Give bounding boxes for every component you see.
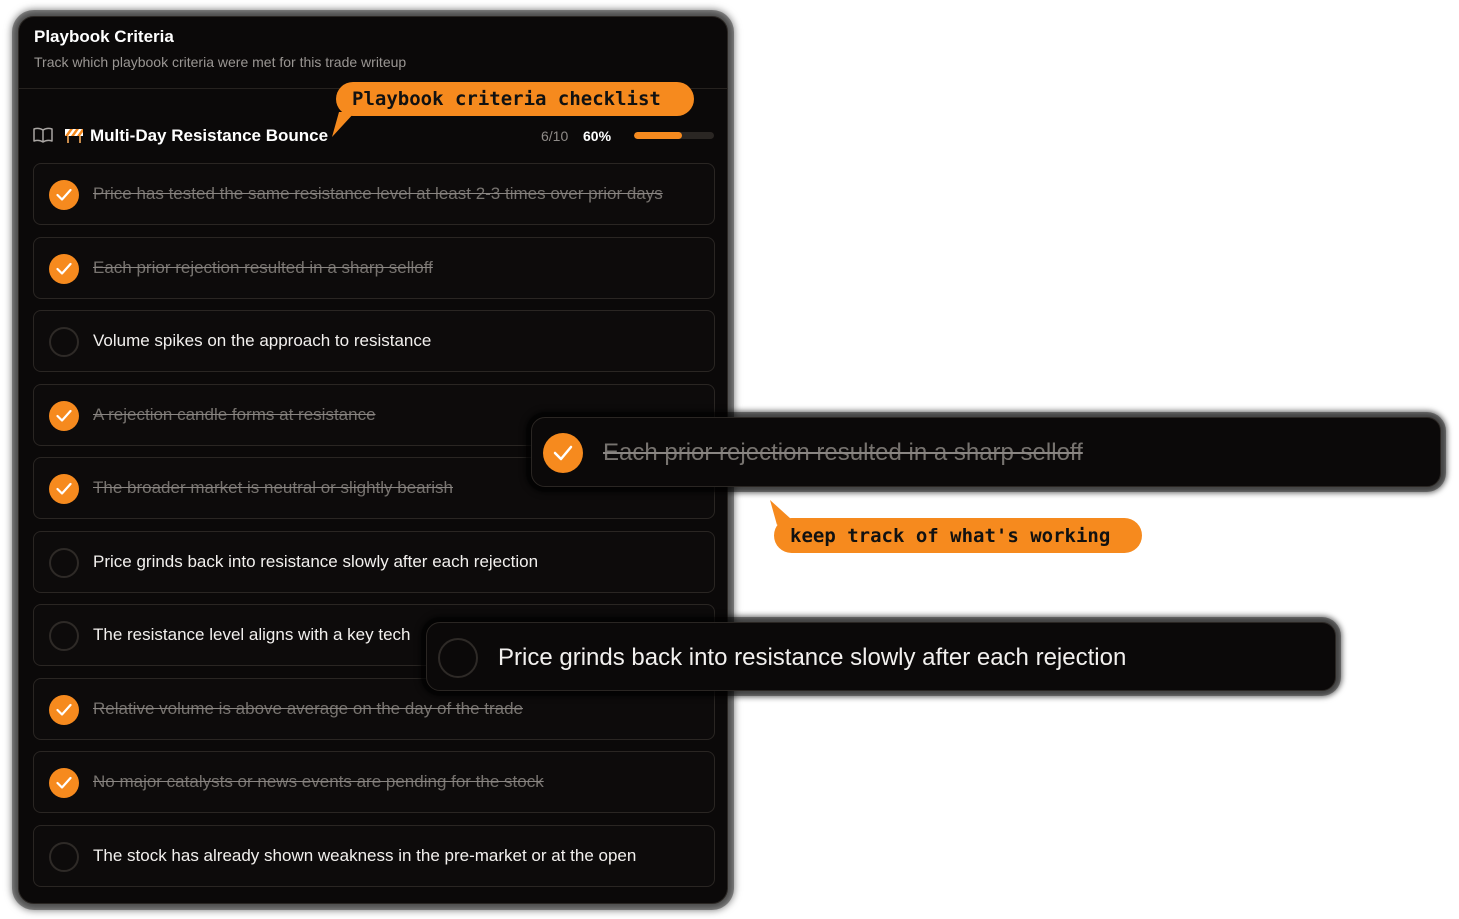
criterion-text: The broader market is neutral or slightl… bbox=[93, 478, 453, 497]
criteria-percent: 60% bbox=[583, 128, 612, 144]
criterion-text: The resistance level aligns with a key t… bbox=[93, 625, 411, 644]
zoom-unchecked-criterion[interactable]: Price grinds back into resistance slowly… bbox=[426, 622, 1336, 691]
criterion-item[interactable]: The stock has already shown weakness in … bbox=[33, 824, 715, 887]
callout-checklist: Playbook criteria checklist bbox=[336, 82, 694, 116]
checkbox-empty-icon[interactable] bbox=[49, 841, 79, 872]
zoom-checked-criterion[interactable]: Each prior rejection resulted in a sharp… bbox=[531, 417, 1441, 487]
zoom-criterion-text: Price grinds back into resistance slowly… bbox=[498, 644, 1127, 671]
stage: Playbook Criteria Track which playbook c… bbox=[0, 0, 1459, 919]
criterion-text: A rejection candle forms at resistance bbox=[93, 404, 376, 424]
criterion-item[interactable]: Volume spikes on the approach to resista… bbox=[33, 310, 715, 372]
criterion-text: Relative volume is above average on the … bbox=[93, 698, 523, 718]
checkbox-empty-icon[interactable] bbox=[49, 621, 79, 651]
barrier-icon bbox=[64, 126, 84, 144]
criterion-text: Volume spikes on the approach to resista… bbox=[93, 331, 432, 350]
criteria-count: 6/10 bbox=[541, 128, 569, 144]
progress-bar bbox=[634, 132, 714, 139]
criterion-text: The stock has already shown weakness in … bbox=[93, 845, 637, 865]
checkbox-checked-icon[interactable] bbox=[49, 180, 79, 210]
criterion-item[interactable]: No major catalysts or news events are pe… bbox=[33, 751, 715, 813]
panel-header: Playbook Criteria Track which playbook c… bbox=[19, 17, 727, 89]
zoom-criterion-text: Each prior rejection resulted in a sharp… bbox=[603, 439, 1083, 466]
criterion-item[interactable]: Price grinds back into resistance slowly… bbox=[33, 530, 715, 593]
checkbox-checked-icon[interactable] bbox=[543, 433, 583, 473]
criterion-item[interactable]: Price has tested the same resistance lev… bbox=[33, 163, 715, 225]
criterion-item[interactable]: Each prior rejection resulted in a sharp… bbox=[33, 236, 715, 299]
playbook-name: Multi-Day Resistance Bounce bbox=[90, 126, 329, 145]
criterion-text: Price grinds back into resistance slowly… bbox=[93, 551, 539, 571]
playbook-row[interactable]: Multi-Day Resistance Bounce 6/10 60% bbox=[33, 124, 715, 148]
checkbox-checked-icon[interactable] bbox=[49, 694, 79, 725]
criterion-text: Each prior rejection resulted in a sharp… bbox=[93, 257, 433, 277]
checkbox-checked-icon[interactable] bbox=[49, 768, 79, 798]
checkbox-empty-icon[interactable] bbox=[49, 327, 79, 357]
criteria-list: Price has tested the same resistance lev… bbox=[33, 163, 715, 898]
criterion-text: No major catalysts or news events are pe… bbox=[93, 772, 544, 791]
callout-working: keep track of what's working bbox=[774, 518, 1142, 553]
panel-subtitle: Track which playbook criteria were met f… bbox=[34, 54, 407, 70]
panel-title: Playbook Criteria bbox=[34, 27, 174, 46]
checkbox-empty-icon[interactable] bbox=[49, 547, 79, 578]
checkbox-checked-icon[interactable] bbox=[49, 400, 79, 431]
criterion-text: Price has tested the same resistance lev… bbox=[93, 184, 663, 203]
progress-fill bbox=[634, 132, 682, 139]
callout-pointer-icon bbox=[332, 112, 355, 137]
checkbox-checked-icon[interactable] bbox=[49, 474, 79, 504]
book-open-icon bbox=[33, 126, 53, 144]
checkbox-checked-icon[interactable] bbox=[49, 253, 79, 284]
checkbox-empty-icon[interactable] bbox=[438, 638, 478, 678]
